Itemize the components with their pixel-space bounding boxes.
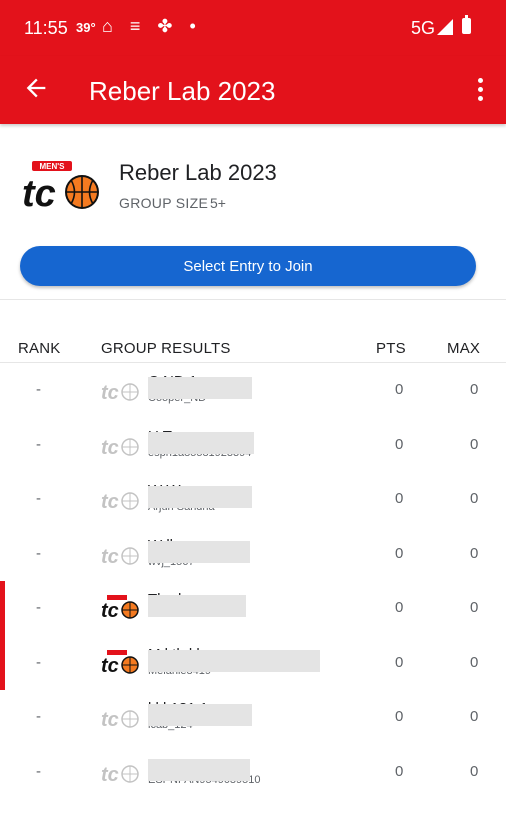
row-pts: 0 [395, 653, 404, 671]
redaction-block [148, 595, 246, 617]
status-bar: 11:55 39° ⌂ ≡ ✤ • 5G [0, 0, 506, 56]
battery-icon [462, 15, 471, 34]
redaction-block [148, 486, 252, 508]
table-row[interactable]: - tc W W Arjun Sandha 0 0 [0, 472, 506, 527]
svg-text:tc: tc [22, 173, 56, 212]
table-row[interactable]: - tc C ND 1 Cooper_ND 0 0 [0, 363, 506, 418]
tournament-logo-icon: tc [101, 595, 139, 620]
table-row-my-entry[interactable]: - tc The h r 0 0 [0, 581, 506, 636]
tournament-logo-icon: tc [101, 382, 139, 402]
svg-text:tc: tc [101, 655, 119, 675]
svg-text:tc: tc [101, 546, 119, 566]
table-row[interactable]: - tc l l l 131 1 lcab_124 0 0 [0, 690, 506, 745]
redaction-block [148, 431, 254, 454]
redaction-block [148, 704, 252, 726]
row-max: 0 [470, 708, 479, 725]
column-header-pts: PTS [376, 340, 406, 357]
row-rank: - [36, 599, 41, 616]
table-row-my-entry[interactable]: - tc M l th l k Melanie8419 0 0 [0, 635, 506, 691]
tournament-logo-icon: tc [101, 546, 139, 566]
group-size-label: GROUP SIZE [119, 195, 209, 211]
row-max: 0 [470, 762, 479, 780]
svg-text:tc: tc [101, 764, 119, 784]
row-rank: - [36, 762, 41, 780]
row-pts: 0 [395, 599, 404, 616]
group-size-value: 5+ [210, 195, 226, 211]
select-entry-to-join-button[interactable]: Select Entry to Join [20, 246, 476, 286]
app-title: Reber Lab 2023 [89, 76, 276, 106]
table-row[interactable]: - tc U T espn1a85581923394 0 0 [0, 418, 506, 473]
row-pts: 0 [395, 381, 404, 398]
app-bar: Reber Lab 2023 [0, 56, 506, 124]
tournament-logo-icon: MEN'S tc [22, 161, 99, 212]
tournament-logo-icon: tc [101, 764, 139, 784]
group-header: MEN'S tc Reber Lab 2023 GROUP SIZE 5+ Se… [0, 124, 506, 300]
tournament-logo-icon: tc [101, 709, 139, 729]
svg-text:tc: tc [101, 709, 119, 729]
row-rank: - [36, 653, 41, 671]
redaction-block [148, 377, 252, 399]
svg-text:tc: tc [101, 437, 119, 457]
status-temperature: 39° [76, 20, 96, 35]
row-max: 0 [470, 490, 479, 507]
group-name: Reber Lab 2023 [119, 160, 277, 185]
column-header-rank: RANK [18, 340, 61, 357]
svg-text:tc: tc [101, 600, 119, 620]
row-max: 0 [470, 381, 479, 398]
status-time: 11:55 [24, 18, 68, 38]
row-rank: - [36, 490, 41, 507]
row-rank: - [36, 381, 41, 398]
row-rank: - [36, 435, 41, 453]
row-max: 0 [470, 599, 479, 616]
notification-icons: ⌂ ≡ ✤ • [102, 16, 202, 36]
row-pts: 0 [395, 544, 404, 562]
row-max: 0 [470, 653, 479, 671]
row-pts: 0 [395, 762, 404, 780]
signal-icon [437, 19, 453, 35]
section-divider [0, 299, 506, 300]
row-pts: 0 [395, 435, 404, 453]
table-header: RANK GROUP RESULTS PTS MAX [0, 330, 506, 363]
row-max: 0 [470, 544, 479, 562]
svg-text:tc: tc [101, 382, 119, 402]
tournament-logo-icon: tc [101, 437, 139, 457]
back-arrow-icon[interactable] [22, 74, 50, 102]
row-rank: - [36, 708, 41, 725]
redaction-block [148, 758, 250, 781]
redaction-block [148, 649, 320, 672]
network-type: 5G [411, 18, 436, 38]
redaction-block [148, 540, 250, 563]
row-max: 0 [470, 435, 479, 453]
tournament-logo-icon: tc [101, 491, 139, 511]
row-pts: 0 [395, 708, 404, 725]
table-row[interactable]: - tc ESPNFAN9549089510 0 0 [0, 745, 506, 800]
tournament-logo-icon: tc [101, 649, 139, 675]
svg-text:tc: tc [101, 491, 119, 511]
row-pts: 0 [395, 490, 404, 507]
column-header-max: MAX [447, 340, 481, 357]
table-row[interactable]: - tc W ll wvj_1567 0 0 [0, 527, 506, 582]
row-rank: - [36, 544, 41, 562]
column-header-group-results: GROUP RESULTS [101, 340, 231, 357]
group-results-list: - tc C ND 1 Cooper_ND 0 0 - tc U T espn1… [0, 363, 506, 799]
more-options-icon[interactable] [470, 76, 490, 104]
logo-text: MEN'S [39, 162, 65, 171]
